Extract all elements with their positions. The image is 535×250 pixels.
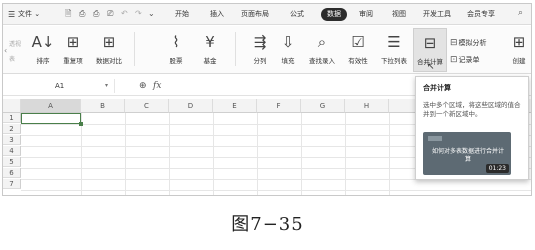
tooltip-title: 合并计算 [423,84,451,92]
column-header[interactable]: E [213,99,257,113]
menu-bar: ☰ 文件 ⌄ 🗎 ⎙ ⎙ ⎚ ↶ ↷ ⌄ 开始 插入 页面布局 公式 数据 审阅… [3,4,531,25]
record-form-button[interactable]: ⊡记录单 [450,55,480,65]
row-header[interactable]: 2 [3,124,21,134]
cell-reference: A1 [55,82,65,90]
tutorial-video-thumbnail[interactable]: 如何对多表数据进行合并计算 01:23 [423,132,511,175]
stock-button[interactable]: ⌇ 股票 [163,28,189,72]
record-form-icon: ⊡ [450,55,458,65]
consolidate-icon: ⊟ [423,34,437,52]
fx-button[interactable]: fx [153,79,161,93]
export-icon[interactable]: ⎙ [79,9,85,19]
search-icon[interactable]: ⌕ [518,8,523,18]
ribbon-separator [134,32,135,66]
name-box[interactable]: A1 ▾ [19,79,115,93]
grid-line [169,113,170,195]
duplicate-icon: ⊞ [66,33,80,51]
row-header[interactable]: 7 [3,179,21,189]
tab-member[interactable]: 会员专享 [467,10,495,19]
ribbon-separator [235,32,236,66]
row-header[interactable]: 3 [3,135,21,145]
grid-line [301,113,302,195]
column-header[interactable]: A [21,99,81,113]
compare-data-button[interactable]: ⊞ 数据对比 [90,28,128,72]
validation-button[interactable]: ☑ 有效性 [342,28,374,72]
lookup-entry-button[interactable]: ⌕ 查找录入 [304,28,340,72]
row-header[interactable]: 4 [3,146,21,156]
menu-icon[interactable]: ☰ [8,10,15,19]
column-header[interactable]: C [125,99,169,113]
undo-icon[interactable]: ↶ [121,9,128,19]
split-column-icon: ⇶ [253,33,267,51]
what-if-icon: ⊟ [450,38,458,48]
save-icon[interactable]: 🗎 [65,9,71,19]
fund-icon: ¥ [205,33,215,51]
zoom-icon[interactable]: ⊕ [139,79,147,93]
video-title: 如何对多表数据进行合并计算 [431,148,504,163]
grid-line [389,113,390,195]
chevron-down-icon[interactable]: ▾ [105,79,108,93]
grid-line [345,113,346,195]
tab-home[interactable]: 开始 [175,10,189,19]
compare-icon: ⊞ [102,33,116,51]
tab-insert[interactable]: 插入 [210,10,224,19]
create-group-icon: ⊞ [512,33,526,51]
validation-icon: ☑ [351,33,365,51]
create-group-button[interactable]: ⊞ 创建 [505,28,531,72]
select-all-corner[interactable] [3,99,21,113]
row-header[interactable]: 5 [3,157,21,167]
redo-icon[interactable]: ↷ [135,9,142,19]
duplicates-button[interactable]: ⊞ 重复项 [58,28,88,72]
tab-data[interactable]: 数据 [321,8,347,21]
tab-view[interactable]: 视图 [392,10,406,19]
mouse-cursor-icon: ↖ [427,62,435,72]
grid-line [257,113,258,195]
lookup-entry-icon: ⌕ [317,33,327,51]
column-header[interactable]: D [169,99,213,113]
row-header[interactable]: 6 [3,168,21,178]
ribbon-toolbar: 透视 表 ‹ A↓ 排序 ⊞ 重复项 ⊞ 数据对比 ⌇ 股票 ¥ 基金 ⇶ 分列 [3,26,531,74]
video-duration: 01:23 [485,164,509,173]
tab-review[interactable]: 审阅 [359,10,373,19]
consolidate-tooltip: 合并计算 选中多个区域，将这些区域的值合并到一个新区域中。 如何对多表数据进行合… [415,76,529,180]
fill-button[interactable]: ⇩ 填充 [275,28,301,72]
print-icon[interactable]: ⎙ [93,9,99,19]
tab-page-layout[interactable]: 页面布局 [241,10,269,19]
grid-line [213,113,214,195]
column-header[interactable]: G [301,99,345,113]
what-if-analysis-button[interactable]: ⊟模拟分析 [450,38,487,48]
tooltip-description: 选中多个区域，将这些区域的值合并到一个新区域中。 [423,101,521,118]
video-logo-icon [428,136,442,141]
figure-caption: 图7−35 [231,214,304,235]
grid-line [21,190,531,191]
preview-icon[interactable]: ⎚ [107,9,113,19]
dropdown-list-icon: ☰ [387,33,401,51]
column-header[interactable]: F [257,99,301,113]
fill-icon: ⇩ [281,33,295,51]
tab-developer[interactable]: 开发工具 [423,10,451,19]
tab-formulas[interactable]: 公式 [290,10,304,19]
spreadsheet-window: ☰ 文件 ⌄ 🗎 ⎙ ⎙ ⎚ ↶ ↷ ⌄ 开始 插入 页面布局 公式 数据 审阅… [2,3,532,196]
dropdown-list-button[interactable]: ☰ 下拉列表 [377,28,411,72]
split-column-button[interactable]: ⇶ 分列 [247,28,273,72]
grid-line [125,113,126,195]
file-menu[interactable]: 文件 ⌄ [18,10,40,19]
column-header[interactable]: B [81,99,125,113]
scroll-left-icon[interactable]: ‹ [4,46,7,55]
stock-chart-icon: ⌇ [172,33,180,51]
selected-cell-a1[interactable] [21,113,83,126]
fund-button[interactable]: ¥ 基金 [197,28,223,72]
row-header[interactable]: 1 [3,113,21,123]
sort-az-icon: A↓ [31,33,55,51]
ribbon-left-overflow[interactable]: 透视 表 ‹ [3,40,21,64]
quick-access-dropdown-icon[interactable]: ⌄ [148,9,155,19]
column-header[interactable]: H [345,99,389,113]
sort-button[interactable]: A↓ 排序 [29,28,57,72]
